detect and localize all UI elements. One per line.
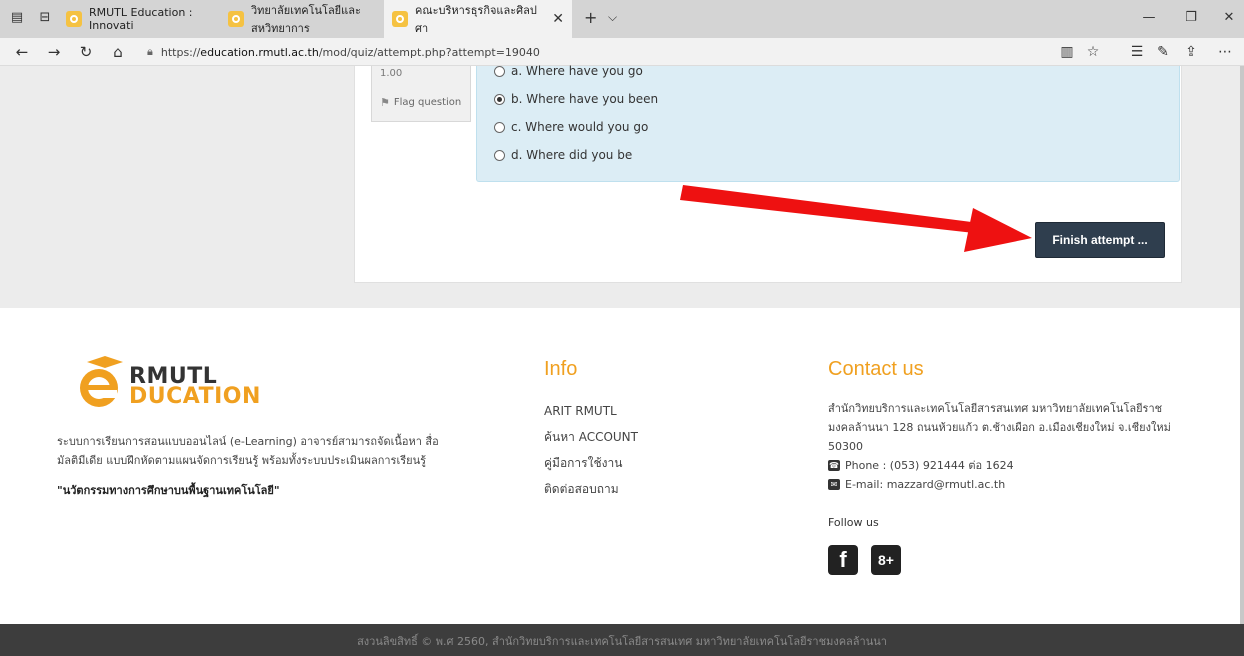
email-row: ✉ E-mail: mazzard@rmutl.ac.th [828, 475, 1188, 494]
browser-tab-bar: ▤ ⊟ RMUTL Education : Innovati วิทยาลัยเ… [0, 0, 1244, 38]
forward-arrow-icon[interactable]: → [42, 41, 66, 63]
copyright-bar: สงวนลิขสิทธิ์ © พ.ศ 2560, สำนักวิทยบริกา… [0, 624, 1244, 656]
option-label: d. Where did you be [511, 148, 633, 162]
url-prefix: https:// [160, 45, 201, 59]
follow-us-label: Follow us [828, 516, 879, 529]
option-label: b. Where have you been [511, 92, 659, 106]
maximize-icon[interactable]: ❐ [1176, 6, 1206, 30]
home-icon[interactable]: ⌂ [106, 41, 130, 63]
answer-option-c[interactable]: c. Where would you go [494, 118, 648, 136]
answer-option-d[interactable]: d. Where did you be [494, 146, 632, 164]
link-arit-rmutl[interactable]: ARIT RMUTL [544, 398, 638, 424]
option-label: c. Where would you go [511, 120, 649, 134]
tab-title: วิทยาลัยเทคโนโลยีและสหวิทยาการ [251, 4, 361, 35]
info-heading: Info [544, 358, 578, 380]
url-host: education.rmutl.ac.th [200, 45, 319, 59]
favorite-star-icon[interactable]: ☆ [1082, 41, 1104, 63]
info-links: ARIT RMUTL ค้นหา ACCOUNT คู่มือการใช้งาน… [544, 398, 638, 502]
rmutl-favicon-icon [392, 11, 408, 27]
tab-college-technology[interactable]: วิทยาลัยเทคโนโลยีและสหวิทยาการ [220, 0, 382, 38]
link-contact[interactable]: ติดต่อสอบถาม [544, 476, 638, 502]
answer-option-a[interactable]: a. Where have you go [494, 62, 643, 80]
link-search-account[interactable]: ค้นหา ACCOUNT [544, 424, 638, 450]
radio-button[interactable] [494, 149, 505, 161]
radio-button[interactable] [494, 121, 505, 133]
slogan-text: "นวัตกรรมทางการศึกษาบนพื้นฐานเทคโนโลยี" [57, 484, 280, 497]
flag-question-link[interactable]: ⚑ Flag question [380, 96, 461, 109]
phone-icon: ☎ [828, 460, 840, 471]
flag-question-label: Flag question [393, 97, 462, 108]
rmutl-education-logo[interactable]: RMUTL DUCATION [73, 356, 273, 412]
back-arrow-icon[interactable]: ← [10, 41, 34, 63]
logo-text-education: DUCATION [129, 384, 261, 409]
site-footer: RMUTL DUCATION ระบบการเรียนการสอนแบบออนไ… [0, 308, 1240, 626]
answer-option-b[interactable]: b. Where have you been [494, 90, 658, 108]
rmutl-favicon-icon [66, 11, 82, 27]
about-text: ระบบการเรียนการสอนแบบออนไลน์ (e-Learning… [57, 435, 439, 467]
radio-button-selected[interactable] [494, 93, 505, 105]
minimize-icon[interactable]: — [1134, 6, 1164, 30]
tab-business-admin[interactable]: คณะบริหารธุรกิจและศิลปศา ✕ [384, 0, 572, 38]
facebook-icon[interactable]: f [828, 545, 858, 575]
question-card: 1.00 ⚑ Flag question a. Where have you g… [354, 64, 1182, 283]
more-menu-icon[interactable]: ⋯ [1214, 41, 1236, 63]
flag-icon: ⚑ [380, 96, 390, 109]
contact-info: สำนักวิทยบริการและเทคโนโลยีสารสนเทศ มหาว… [828, 399, 1188, 494]
tab-preview-icon[interactable]: ⊟ [36, 9, 54, 27]
phone-text: Phone : (053) 921444 ต่อ 1624 [845, 459, 1014, 472]
radio-button[interactable] [494, 65, 505, 77]
option-label: a. Where have you go [511, 64, 643, 78]
contact-heading: Contact us [828, 358, 924, 380]
favorites-hub-icon[interactable]: ☰ [1126, 41, 1148, 63]
url-path: /mod/quiz/attempt.php?attempt=19040 [318, 45, 540, 59]
graduation-e-logo-icon [80, 356, 123, 407]
finish-attempt-button[interactable]: Finish attempt ... [1035, 222, 1165, 258]
vertical-scrollbar[interactable] [1240, 66, 1244, 626]
lock-icon: 🔒︎ [147, 45, 153, 58]
google-plus-icon[interactable]: 8+ [871, 545, 901, 575]
rmutl-favicon-icon [228, 11, 244, 27]
phone-row: ☎ Phone : (053) 921444 ต่อ 1624 [828, 456, 1188, 475]
question-info: 1.00 ⚑ Flag question [371, 66, 471, 122]
tab-sets-icon[interactable]: ▤ [8, 9, 26, 27]
tab-rmutl-education[interactable]: RMUTL Education : Innovati [58, 0, 220, 38]
pen-notes-icon[interactable]: ✎ [1152, 41, 1174, 63]
tab-title: RMUTL Education : Innovati [89, 6, 193, 32]
address-text: สำนักวิทยบริการและเทคโนโลยีสารสนเทศ มหาว… [828, 402, 1171, 453]
new-tab-icon[interactable]: + [584, 8, 597, 27]
email-text: E-mail: mazzard@rmutl.ac.th [845, 478, 1006, 491]
url-field[interactable]: 🔒︎ https:// education.rmutl.ac.th /mod/q… [147, 40, 947, 64]
refresh-icon[interactable]: ↻ [74, 41, 98, 63]
envelope-icon: ✉ [828, 479, 840, 490]
question-mark-value: 1.00 [380, 68, 403, 79]
link-user-manual[interactable]: คู่มือการใช้งาน [544, 450, 638, 476]
page-content: 1.00 ⚑ Flag question a. Where have you g… [0, 64, 1244, 656]
close-tab-icon[interactable]: ✕ [552, 11, 564, 27]
share-icon[interactable]: ⇪ [1180, 41, 1202, 63]
tab-title: คณะบริหารธุรกิจและศิลปศา [415, 4, 537, 35]
chevron-down-icon[interactable]: ⌵ [608, 10, 617, 25]
answer-options: a. Where have you go b. Where have you b… [476, 64, 1180, 182]
reading-view-icon[interactable]: ▥ [1056, 41, 1078, 63]
window-close-icon[interactable]: ✕ [1214, 6, 1244, 30]
